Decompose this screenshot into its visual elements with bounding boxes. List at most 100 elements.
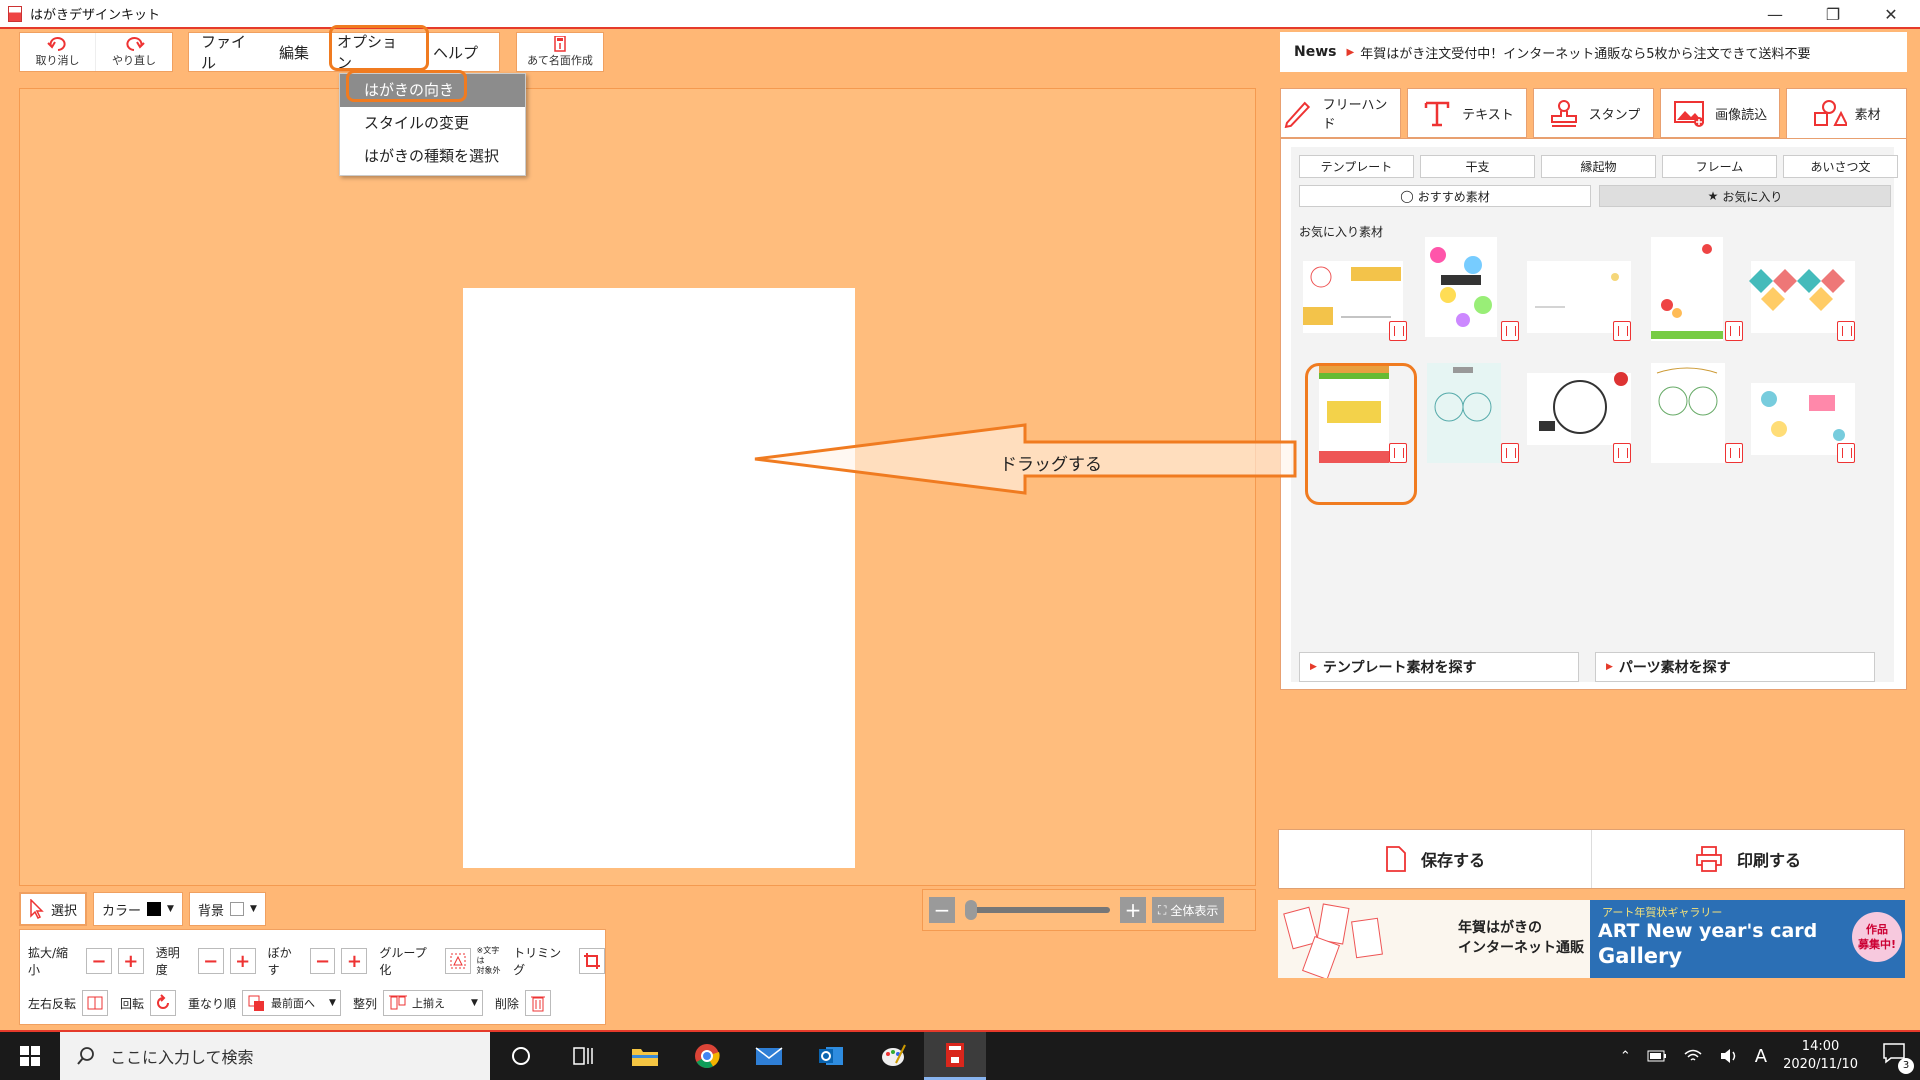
tab-frame[interactable]: フレーム xyxy=(1662,155,1777,178)
select-tool-button[interactable]: 選択 xyxy=(19,892,88,926)
tab-zodiac[interactable]: 干支 xyxy=(1420,155,1535,178)
tab-lucky-charms[interactable]: 縁起物 xyxy=(1541,155,1656,178)
favorite-thumbnail[interactable] xyxy=(1637,235,1747,341)
scale-down-button[interactable]: − xyxy=(85,948,112,974)
undo-button[interactable]: 取り消し xyxy=(20,33,96,71)
tab-greetings[interactable]: あいさつ文 xyxy=(1783,155,1898,178)
delete-favorite-icon[interactable] xyxy=(1725,443,1743,463)
chrome-button[interactable] xyxy=(676,1032,738,1080)
tab-favorites-label: お気に入り xyxy=(1722,189,1783,204)
favorite-thumbnail[interactable] xyxy=(1413,359,1523,463)
delete-favorite-icon[interactable] xyxy=(1725,321,1743,341)
favorite-thumbnail[interactable] xyxy=(1525,359,1635,463)
scale-up-button[interactable]: + xyxy=(117,948,144,974)
menu-item-card-orientation[interactable]: はがきの向き xyxy=(340,74,525,107)
align-select[interactable]: 上揃え ▼ xyxy=(382,990,483,1016)
favorite-thumbnail[interactable] xyxy=(1749,247,1859,345)
fit-all-button[interactable]: ⛶ 全体表示 xyxy=(1152,897,1225,923)
tab-image-import[interactable]: 画像読込 xyxy=(1659,88,1781,138)
group-button[interactable] xyxy=(444,948,471,974)
menu-file[interactable]: ファイル xyxy=(189,33,267,72)
favorite-thumbnail[interactable] xyxy=(1413,235,1523,341)
tab-recommended[interactable]: ◯ おすすめ素材 xyxy=(1299,185,1591,207)
ime-indicator[interactable]: A xyxy=(1755,1046,1767,1067)
rotate-button[interactable] xyxy=(150,990,177,1016)
tab-freehand[interactable]: フリーハンド xyxy=(1280,88,1401,138)
volume-icon[interactable] xyxy=(1719,1048,1739,1064)
delete-favorite-icon[interactable] xyxy=(1837,443,1855,463)
outlook-button[interactable] xyxy=(800,1032,862,1080)
zoom-slider-handle[interactable] xyxy=(965,900,977,920)
order-select[interactable]: 最前面へ ▼ xyxy=(242,990,341,1016)
tab-recommended-label: おすすめ素材 xyxy=(1417,189,1490,204)
opacity-down-button[interactable]: − xyxy=(197,948,224,974)
menu-help[interactable]: ヘルプ xyxy=(421,33,499,71)
delete-button[interactable] xyxy=(524,990,551,1016)
task-view-button[interactable] xyxy=(552,1032,614,1080)
delete-favorite-icon[interactable] xyxy=(1389,321,1407,341)
bring-front-icon xyxy=(248,995,265,1011)
background-picker[interactable]: 背景 ▼ xyxy=(188,892,266,926)
trim-button[interactable] xyxy=(579,948,605,974)
cortana-button[interactable] xyxy=(490,1032,552,1080)
minimize-button[interactable]: — xyxy=(1746,0,1804,28)
favorite-thumbnail[interactable] xyxy=(1637,359,1747,463)
postcard-canvas[interactable] xyxy=(463,288,855,868)
delete-favorite-icon[interactable] xyxy=(1389,443,1407,463)
menu-options[interactable]: オプション xyxy=(325,33,421,72)
delete-favorite-icon[interactable] xyxy=(1501,443,1519,463)
opacity-up-button[interactable]: + xyxy=(229,948,256,974)
tab-favorites[interactable]: ★ お気に入り xyxy=(1599,185,1891,207)
banner-online-shop[interactable]: 年賀はがきの インターネット通販 xyxy=(1278,900,1590,978)
zoom-out-button[interactable]: − xyxy=(929,897,955,923)
canvas-area[interactable] xyxy=(19,88,1256,886)
clock[interactable]: 14:00 2020/11/10 xyxy=(1783,1038,1858,1074)
taskbar-search[interactable]: ここに入力して検索 xyxy=(60,1032,490,1080)
banner-art-gallery[interactable]: アート年賀状ギャラリー ART New year's card Gallery … xyxy=(1590,900,1905,978)
file-explorer-button[interactable] xyxy=(614,1032,676,1080)
favorite-thumbnail[interactable] xyxy=(1301,247,1411,345)
zoom-slider[interactable] xyxy=(965,900,1110,920)
tab-stamp-label: スタンプ xyxy=(1588,107,1641,123)
menu-item-select-card-type[interactable]: はがきの種類を選択 xyxy=(340,140,525,173)
blur-down-button[interactable]: − xyxy=(309,948,336,974)
favorite-thumbnail[interactable] xyxy=(1749,359,1859,463)
search-template-button[interactable]: ▶ テンプレート素材を探す xyxy=(1299,652,1579,682)
mail-button[interactable] xyxy=(738,1032,800,1080)
close-button[interactable]: ✕ xyxy=(1862,0,1920,28)
menu-edit[interactable]: 編集 xyxy=(267,33,325,71)
zoom-in-button[interactable]: + xyxy=(1120,897,1146,923)
color-picker[interactable]: カラー ▼ xyxy=(93,892,183,926)
notifications-button[interactable]: 3 xyxy=(1882,1042,1914,1074)
restore-button[interactable]: ❐ xyxy=(1804,0,1862,28)
address-side-button[interactable]: あて名面作成 xyxy=(517,33,603,71)
delete-favorite-icon[interactable] xyxy=(1501,321,1519,341)
menu-item-change-style[interactable]: スタイルの変更 xyxy=(340,107,525,140)
favorite-thumbnail-selected[interactable] xyxy=(1301,359,1411,463)
delete-favorite-icon[interactable] xyxy=(1837,321,1855,341)
paint-button[interactable] xyxy=(862,1032,924,1080)
wifi-icon[interactable] xyxy=(1683,1048,1703,1064)
tab-template[interactable]: テンプレート xyxy=(1299,155,1414,178)
tab-text[interactable]: テキスト xyxy=(1406,88,1528,138)
hagaki-kit-taskbar-button[interactable] xyxy=(924,1032,986,1080)
blur-up-button[interactable]: + xyxy=(341,948,368,974)
chevron-up-icon[interactable]: ⌃ xyxy=(1620,1049,1631,1064)
news-bar[interactable]: News ▶ 年賀はがき注文受付中！インターネット通販なら5枚から注文できて送料… xyxy=(1280,32,1907,72)
save-button[interactable]: 保存する xyxy=(1279,830,1592,888)
sub-tabs: ◯ おすすめ素材 ★ お気に入り xyxy=(1299,185,1891,207)
redo-button[interactable]: やり直し xyxy=(96,33,172,71)
search-parts-button[interactable]: ▶ パーツ素材を探す xyxy=(1595,652,1875,682)
start-button[interactable] xyxy=(0,1032,60,1080)
favorite-thumbnail[interactable] xyxy=(1525,247,1635,345)
delete-favorite-icon[interactable] xyxy=(1613,443,1631,463)
delete-label: 削除 xyxy=(494,996,519,1011)
delete-favorite-icon[interactable] xyxy=(1613,321,1631,341)
print-button[interactable]: 印刷する xyxy=(1592,830,1904,888)
flip-button[interactable] xyxy=(82,990,109,1016)
tab-stamp[interactable]: スタンプ xyxy=(1533,88,1654,138)
address-label: あて名面作成 xyxy=(527,54,593,67)
battery-icon[interactable] xyxy=(1647,1049,1667,1063)
tab-materials[interactable]: 素材 xyxy=(1786,88,1907,138)
caret-down-icon: ▼ xyxy=(249,904,257,914)
